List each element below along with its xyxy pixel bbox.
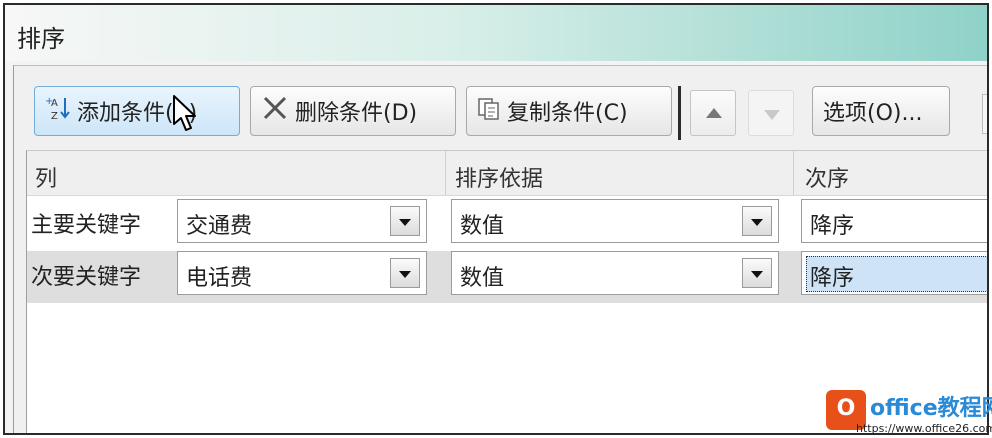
delete-level-button[interactable]: 删除条件(D) <box>250 86 456 136</box>
order-select[interactable]: 降序 <box>801 251 987 295</box>
svg-text:A: A <box>51 98 58 109</box>
watermark: O office教程网 https://www.office26.com <box>826 388 992 438</box>
options-button[interactable]: 选项(O)... <box>812 86 950 136</box>
order-select[interactable]: 降序 <box>801 199 987 243</box>
dropdown-arrow-icon[interactable] <box>390 258 420 288</box>
column-select[interactable]: 电话费 <box>177 251 427 295</box>
column-header-col: 列 <box>35 167 58 192</box>
delete-x-icon <box>261 95 289 127</box>
column-select-value: 电话费 <box>186 266 253 291</box>
svg-text:Z: Z <box>51 111 58 122</box>
sort-on-select-value: 数值 <box>460 214 505 239</box>
row-label-secondary: 次要关键字 <box>31 265 142 290</box>
move-up-button[interactable] <box>690 90 736 136</box>
sort-on-select[interactable]: 数值 <box>451 251 779 295</box>
sort-az-icon: + A Z <box>45 94 71 128</box>
watermark-title: office教程网 <box>870 396 992 421</box>
column-select[interactable]: 交通费 <box>177 199 427 243</box>
header-divider <box>793 151 794 195</box>
dialog-title: 排序 <box>17 25 65 53</box>
column-header-order: 次序 <box>805 167 850 192</box>
column-select-value: 交通费 <box>186 214 253 239</box>
mouse-cursor-icon <box>173 95 196 131</box>
options-label: 选项(O)... <box>823 101 923 126</box>
arrow-down-icon <box>764 110 780 120</box>
dropdown-arrow-icon[interactable] <box>742 258 772 288</box>
order-select-value: 降序 <box>810 266 855 291</box>
header-divider <box>445 151 446 195</box>
copy-level-label: 复制条件(C) <box>507 101 628 126</box>
delete-level-label: 删除条件(D) <box>295 101 418 126</box>
copy-icon <box>477 95 501 127</box>
title-bar[interactable]: 排序 <box>5 5 987 61</box>
header-checkbox[interactable] <box>982 94 987 134</box>
sort-on-select-value: 数值 <box>460 266 505 291</box>
watermark-url: https://www.office26.com <box>856 422 992 435</box>
order-select-value: 降序 <box>810 214 855 239</box>
dropdown-arrow-icon[interactable] <box>742 206 772 236</box>
sort-level-row[interactable]: 主要关键字 交通费 数值 降序 <box>27 199 987 251</box>
row-label-primary: 主要关键字 <box>31 213 142 238</box>
toolbar-separator <box>678 86 681 140</box>
sort-on-select[interactable]: 数值 <box>451 199 779 243</box>
dropdown-arrow-icon[interactable] <box>390 206 420 236</box>
sort-level-row-selected[interactable]: 次要关键字 电话费 数值 降序 <box>27 251 987 303</box>
column-header-sort-on: 排序依据 <box>455 167 544 192</box>
move-down-button[interactable] <box>748 90 794 136</box>
grid-header: 列 排序依据 次序 <box>27 151 987 196</box>
dialog-body: + A Z 添加条件(A) 删除条件(D) 复制条件(C) 选项(O)... 列… <box>13 65 987 433</box>
copy-level-button[interactable]: 复制条件(C) <box>466 86 672 136</box>
office-logo-letter: O <box>836 396 856 421</box>
sort-dialog: 排序 + A Z 添加条件(A) 删除条件(D) 复制条件(C) 选项(O)..… <box>3 3 989 435</box>
add-level-button[interactable]: + A Z 添加条件(A) <box>34 86 240 136</box>
arrow-up-icon <box>706 108 722 118</box>
